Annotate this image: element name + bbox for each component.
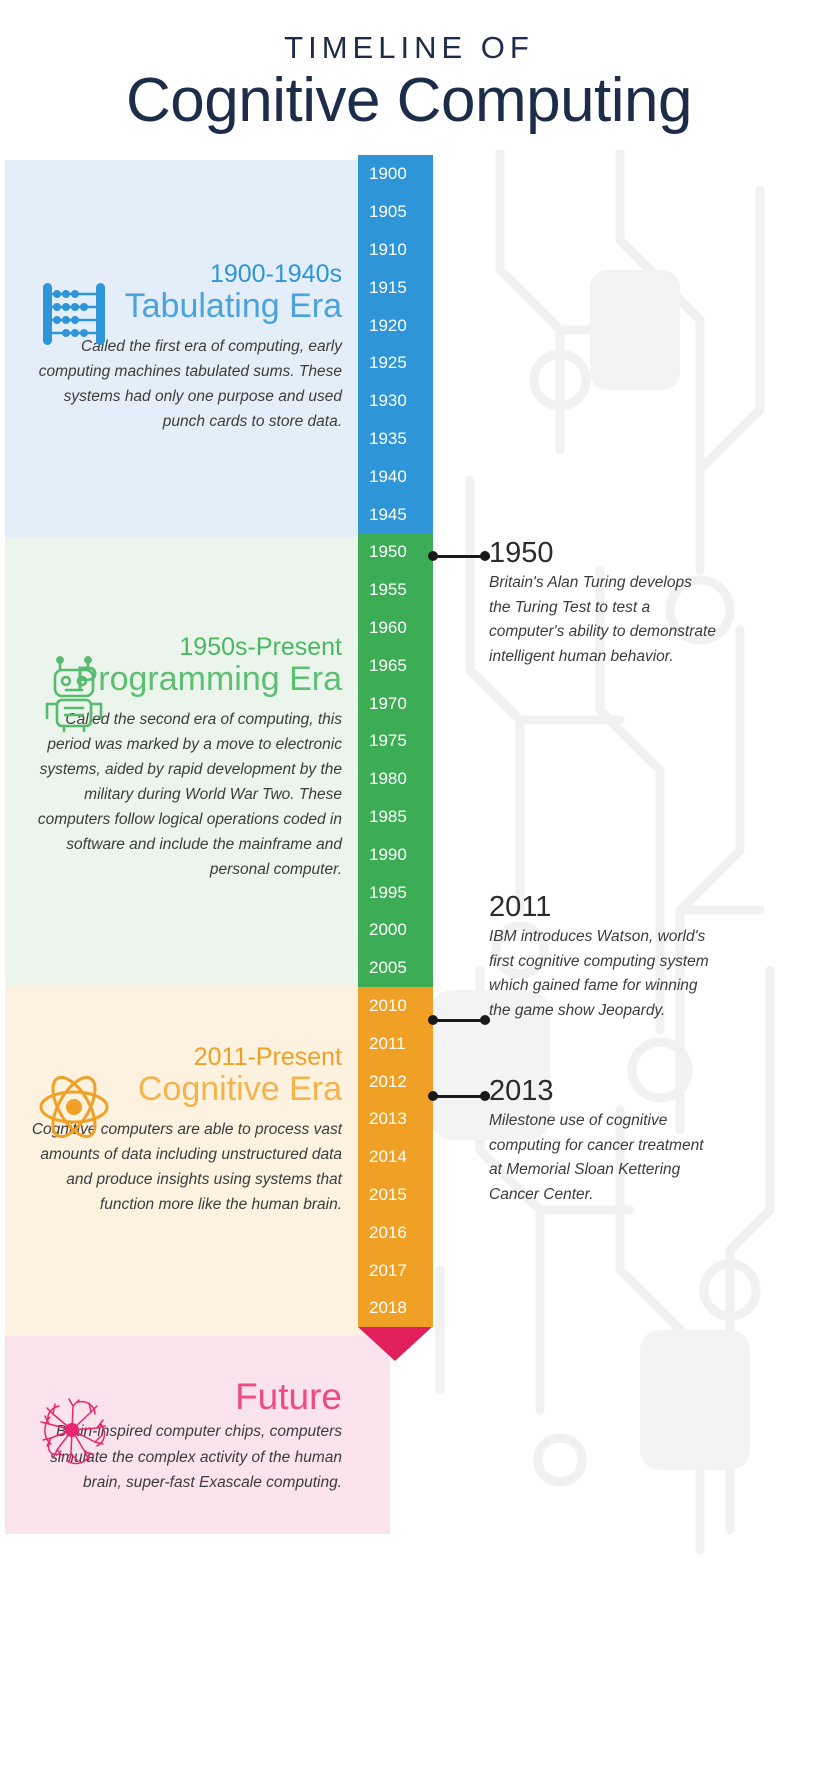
timeline-arrow-icon [358,1326,432,1361]
timeline-year-2018: 2018 [369,1298,407,1318]
timeline-year-1990: 1990 [369,844,407,864]
timeline-year-1960: 1960 [369,617,407,637]
timeline-year-1945: 1945 [369,504,407,524]
connector-2013 [428,1091,490,1101]
event-callout-2013: 2013 Milestone use of cognitive computin… [489,1075,717,1208]
timeline-year-1920: 1920 [369,315,407,335]
timeline-year-2014: 2014 [369,1147,407,1167]
timeline-year-1965: 1965 [369,655,407,675]
timeline-year-2000: 2000 [369,920,407,940]
atom-icon [33,1066,115,1148]
timeline-year-2017: 2017 [369,1260,407,1280]
event-year-1950: 1950 [489,537,554,569]
event-body-2011: IBM introduces Watson, world's first cog… [489,927,709,1020]
timeline-year-2015: 2015 [369,1184,407,1204]
page-header: TIMELINE OF Cognitive Computing [0,0,818,135]
page-title: Cognitive Computing [125,66,693,135]
timeline-year-1930: 1930 [369,391,407,411]
timeline-year-1950: 1950 [369,542,407,562]
timeline-segment-cognitive: 2010 2011 2012 2013 2014 2015 2016 2017 2018 [358,986,433,1327]
timeline-year-2012: 2012 [369,1071,407,1091]
era-panel-tabulating: 1900-1940s Tabulating Era Called the fir… [5,160,390,537]
timeline-year-2010: 2010 [369,995,407,1015]
event-year-2013: 2013 [489,1075,554,1107]
timeline-year-2013: 2013 [369,1109,407,1129]
connector-1950 [428,551,490,561]
brain-icon [37,1394,111,1468]
event-year-2011: 2011 [489,891,552,923]
timeline-year-1955: 1955 [369,580,407,600]
timeline-year-1980: 1980 [369,769,407,789]
connector-2011 [428,1015,490,1025]
event-callout-1950: 1950 Britain's Alan Turing develops the … [489,537,717,670]
timeline-year-1910: 1910 [369,239,407,259]
header-kicker: TIMELINE OF [284,30,534,65]
event-callout-2011: 2011 IBM introduces Watson, world's firs… [489,891,717,1024]
timeline-year-1975: 1975 [369,731,407,751]
event-body-1950: Britain's Alan Turing develops the Turin… [489,573,716,666]
timeline-year-1985: 1985 [369,806,407,826]
timeline-year-2016: 2016 [369,1222,407,1242]
timeline-segment-programming: 1950 1955 1960 1965 1970 1975 1980 1985 1990 1995… [358,532,433,987]
timeline-year-1915: 1915 [369,277,407,297]
era-panel-cognitive: 2011-Present Cognitive Era Cognitive com… [5,986,390,1336]
era-panel-future: Future Brain-inspired computer chips, co… [5,1336,390,1534]
timeline-year-1905: 1905 [369,202,407,222]
timeline-year-1995: 1995 [369,882,407,902]
timeline-year-1935: 1935 [369,428,407,448]
timeline-bar: 1900 1905 1910 1915 1920 1925 1930 1935 1940 1945… [358,155,433,1361]
timeline-year-1940: 1940 [369,466,407,486]
timeline-year-1925: 1925 [369,353,407,373]
timeline-year-1900: 1900 [369,164,407,184]
event-body-2013: Milestone use of cognitive computing for… [489,1111,704,1204]
abacus-icon [33,275,115,357]
timeline-year-1970: 1970 [369,693,407,713]
timeline-year-2005: 2005 [369,958,407,978]
timeline-year-2011: 2011 [369,1033,406,1053]
timeline-segment-tabulating: 1900 1905 1910 1915 1920 1925 1930 1935 1940 1945 [358,155,433,533]
robot-icon [33,652,115,734]
era-panel-programming: 1950s-Present Programming Era Called the… [5,537,390,986]
